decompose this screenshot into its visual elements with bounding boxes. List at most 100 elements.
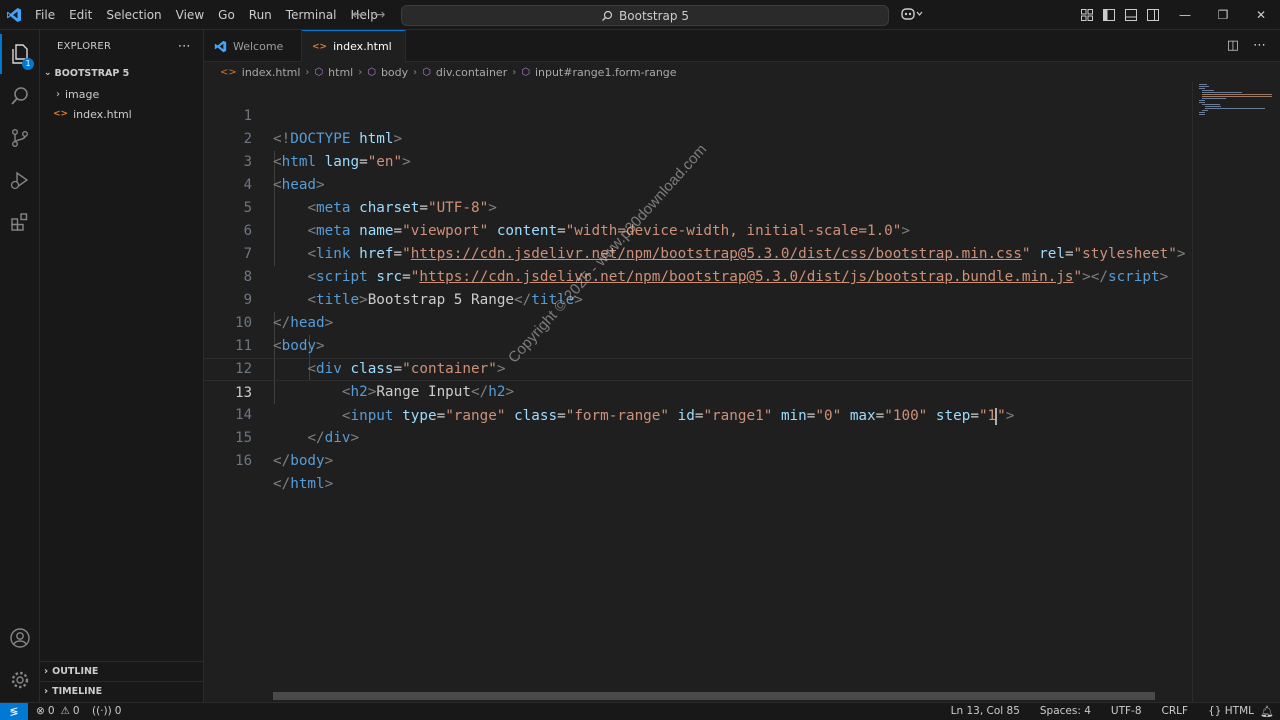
minimap-line (1202, 94, 1272, 95)
code-line-current: 13 <input type="range" class="form-range… (204, 358, 1192, 425)
indentation[interactable]: Spaces: 4 (1040, 703, 1091, 720)
run-debug-activity[interactable] (0, 160, 40, 200)
tree-item-image[interactable]: › image (40, 84, 203, 104)
command-center[interactable]: Bootstrap 5 (401, 5, 889, 26)
language-mode[interactable]: {} HTML (1208, 703, 1254, 720)
breadcrumb-item[interactable]: html (328, 66, 353, 79)
element-symbol-icon: ⬡ (367, 66, 376, 78)
nav-arrows: ← → (352, 0, 385, 30)
minimap-line (1199, 86, 1209, 87)
split-editor-icon[interactable]: ◫ (1227, 38, 1239, 53)
notifications-bell-icon[interactable]: 🔔︎ (1260, 703, 1274, 720)
breadcrumb-item[interactable]: body (381, 66, 408, 79)
ports-indicator[interactable]: ((·)) 0 (92, 703, 121, 720)
element-symbol-icon: ⬡ (314, 66, 324, 78)
braces-icon: {} (1208, 705, 1222, 717)
extensions-activity[interactable] (0, 202, 40, 242)
outline-section[interactable]: › OUTLINE (40, 661, 204, 681)
minimap-line (1202, 96, 1272, 97)
toggle-primary-sidebar-icon[interactable] (1102, 8, 1116, 22)
tab-actions: ◫ ⋯ (1227, 38, 1266, 53)
more-actions-icon[interactable]: ⋯ (178, 39, 191, 54)
code-line: 10 <body> (204, 289, 1192, 354)
menu-run[interactable]: Run (242, 0, 279, 30)
menu-terminal[interactable]: Terminal (279, 0, 344, 30)
problems-indicator[interactable]: ⊗ 0 ⚠ 0 (36, 703, 80, 720)
more-actions-icon[interactable]: ⋯ (1253, 38, 1266, 53)
chevron-right-icon: › (44, 686, 49, 697)
explorer-sidebar: EXPLORER ⋯ ⌄ BOOTSTRAP 5 › image <> inde… (40, 30, 204, 702)
close-icon[interactable]: ✕ (1242, 0, 1280, 30)
error-icon: ⊗ (36, 705, 45, 717)
code-line: 5 <meta name="viewport" content="width=d… (204, 174, 1192, 239)
search-icon (602, 10, 613, 21)
breadcrumb-item[interactable]: div.container (436, 66, 507, 79)
status-bar: ≶ ⊗ 0 ⚠ 0 ((·)) 0 Ln 13, Col 85 Spaces: … (0, 702, 1280, 720)
code-line: 6 <link href="https://cdn.jsdelivr.net/n… (204, 197, 1192, 262)
copilot-icon[interactable] (900, 6, 924, 26)
horizontal-scrollbar[interactable] (273, 692, 1155, 700)
manage-activity[interactable] (0, 660, 40, 700)
minimap-line (1202, 92, 1242, 93)
menu-edit[interactable]: Edit (62, 0, 99, 30)
forward-arrow-icon[interactable]: → (374, 7, 386, 23)
timeline-label: TIMELINE (52, 686, 103, 697)
code-editor[interactable]: 1 <!DOCTYPE html> 2 <html lang="en"> 3 <… (204, 82, 1192, 702)
minimap-line (1199, 84, 1207, 85)
workspace-folder[interactable]: ⌄ BOOTSTRAP 5 (40, 62, 203, 84)
explorer-badge: 1 (22, 58, 34, 70)
code-line: 14 </div> (204, 381, 1192, 446)
code-line: 11 <div class="container"> (204, 312, 1192, 377)
tab-index-html[interactable]: <> index.html (302, 30, 406, 62)
back-arrow-icon[interactable]: ← (352, 7, 364, 23)
breadcrumb-item[interactable]: index.html (242, 66, 301, 79)
search-activity[interactable] (0, 76, 40, 116)
cursor-position[interactable]: Ln 13, Col 85 (951, 703, 1020, 720)
command-center-label: Bootstrap 5 (619, 8, 689, 23)
toggle-secondary-sidebar-icon[interactable] (1146, 8, 1160, 22)
tree-item-label: index.html (73, 107, 132, 121)
minimap[interactable] (1192, 82, 1280, 702)
editor-tabs: Welcome <> index.html ◫ ⋯ (204, 30, 1280, 62)
run-debug-icon (10, 171, 29, 190)
tab-welcome[interactable]: Welcome (204, 30, 302, 62)
minimap-line (1205, 108, 1265, 109)
layout-controls (1080, 0, 1160, 30)
timeline-section[interactable]: › TIMELINE (40, 681, 204, 701)
warning-icon: ⚠ (60, 705, 70, 717)
account-icon (10, 628, 30, 648)
code-line: 15 </body> (204, 404, 1192, 469)
chevron-right-icon: › (56, 88, 60, 100)
restore-icon[interactable]: ❐ (1204, 0, 1242, 30)
accounts-activity[interactable] (0, 618, 40, 658)
code-line: 12 <h2>Range Input</h2> (204, 335, 1192, 400)
chevron-right-icon: › (512, 66, 517, 78)
source-control-activity[interactable] (0, 118, 40, 158)
minimap-line (1202, 104, 1220, 105)
tree-item-index-html[interactable]: <> index.html (40, 104, 203, 124)
breadcrumb-item[interactable]: input#range1.form-range (535, 66, 677, 79)
tree-item-label: image (65, 87, 100, 101)
minimize-icon[interactable]: — (1166, 0, 1204, 30)
explorer-title: EXPLORER (57, 40, 112, 52)
line-number: 16 (235, 453, 252, 469)
activity-bar: 1 (0, 30, 40, 702)
code-line: 8 <title>Bootstrap 5 Range</title> (204, 243, 1192, 308)
line-ending[interactable]: CRLF (1162, 703, 1189, 720)
menu-file[interactable]: File (28, 0, 62, 30)
customize-layout-icon[interactable] (1080, 8, 1094, 22)
remote-indicator-icon[interactable]: ≶ (0, 703, 28, 720)
menu-view[interactable]: View (169, 0, 211, 30)
chevron-right-icon: › (44, 666, 49, 677)
menu-go[interactable]: Go (211, 0, 242, 30)
vscode-logo-icon (214, 40, 227, 52)
code-line: 7 <script src="https://cdn.jsdelivr.net/… (204, 220, 1192, 285)
search-icon (11, 87, 28, 105)
code-line: 2 <html lang="en"> (204, 105, 1192, 170)
menu-selection[interactable]: Selection (99, 0, 168, 30)
explorer-activity[interactable]: 1 (0, 34, 40, 74)
toggle-panel-icon[interactable] (1124, 8, 1138, 22)
encoding[interactable]: UTF-8 (1111, 703, 1142, 720)
chevron-right-icon: › (413, 66, 418, 78)
breadcrumb: <> index.html › ⬡ html › ⬡ body › ⬡ div.… (204, 62, 1192, 82)
